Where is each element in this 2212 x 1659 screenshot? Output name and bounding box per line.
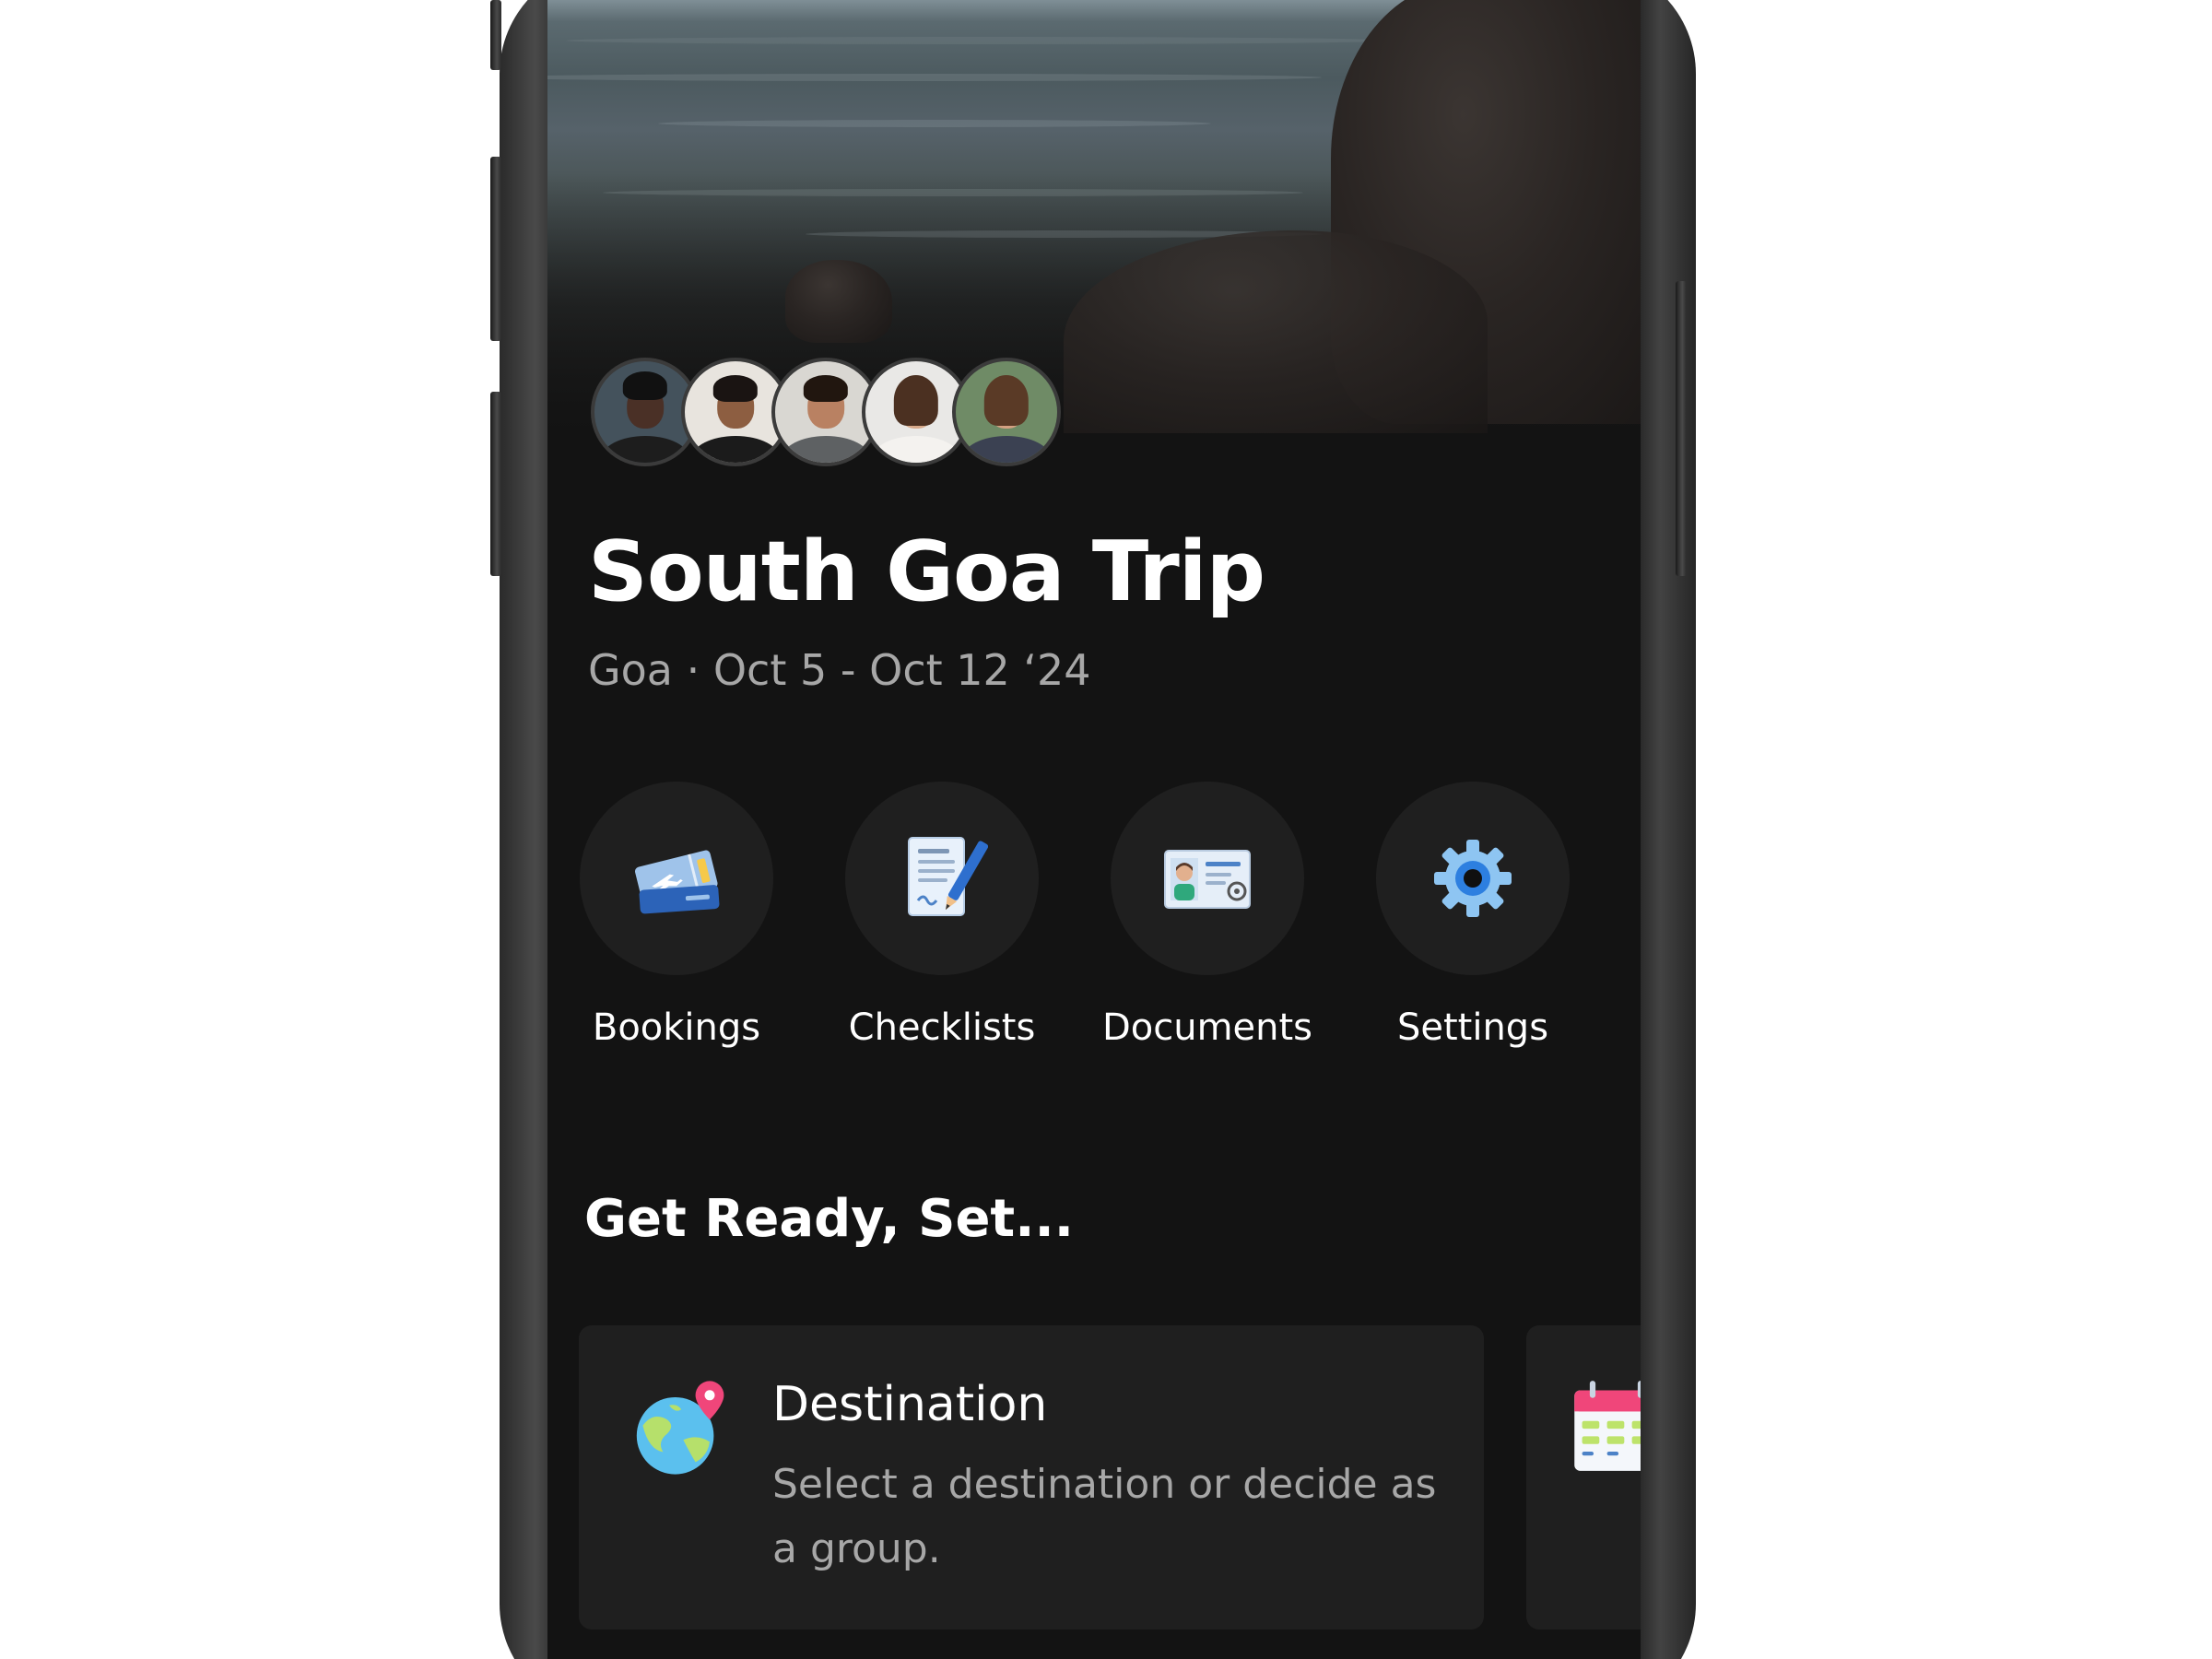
shore-rocks (1064, 230, 1488, 433)
calendar-icon (1574, 1381, 1641, 1471)
avatar-hair (712, 375, 759, 402)
settings-label: Settings (1396, 1006, 1549, 1049)
avatar-body (601, 436, 689, 463)
bookings-icon-circle (580, 782, 773, 975)
member-avatar[interactable] (952, 358, 1061, 466)
settings-button[interactable]: Settings (1344, 782, 1602, 1058)
sea-wave (603, 189, 1303, 196)
phone-power-button (1676, 281, 1687, 576)
avatar-hat (622, 371, 668, 400)
checklists-icon-circle (845, 782, 1039, 975)
avatar-body (962, 436, 1051, 463)
documents-button[interactable]: Documents (1078, 782, 1336, 1058)
documents-label: Documents (1101, 1006, 1313, 1049)
phone-volume-down-button (490, 392, 501, 576)
avatar-hair (983, 375, 1030, 427)
checklists-label: Checklists (848, 1006, 1036, 1049)
destination-card-description: Select a destination or decide as a grou… (772, 1461, 1437, 1572)
sea-wave (658, 120, 1211, 127)
avatar-hair (803, 375, 849, 402)
dates-card[interactable] (1526, 1325, 1641, 1630)
avatar-body (872, 436, 960, 463)
destination-card-title: Destination (772, 1377, 1048, 1432)
app-screen: South Goa Trip Goa · Oct 5 - Oct 12 ‘24 … (547, 0, 1641, 1659)
gear-icon (1434, 840, 1512, 917)
destination-card[interactable]: Destination Select a destination or deci… (579, 1325, 1484, 1630)
section-title: Get Ready, Set... (584, 1189, 1075, 1249)
trip-members[interactable] (591, 358, 1088, 472)
avatar-hair (893, 375, 939, 427)
canvas: South Goa Trip Goa · Oct 5 - Oct 12 ‘24 … (0, 0, 2212, 1659)
settings-icon-circle (1376, 782, 1570, 975)
avatar-body (691, 436, 780, 463)
sea-rock (785, 260, 892, 343)
bookings-label: Bookings (592, 1006, 761, 1049)
trip-subtitle: Goa · Oct 5 - Oct 12 ‘24 (588, 645, 1091, 695)
globe-pin-icon (636, 1381, 724, 1475)
ticket-icon (634, 850, 720, 914)
phone-volume-up-button (490, 157, 501, 341)
phone-side-button-top (490, 0, 501, 70)
trip-title: South Goa Trip (588, 524, 1265, 620)
id-card-icon (1164, 850, 1251, 909)
sea-wave (547, 74, 1322, 81)
sea-wave (566, 37, 1395, 44)
documents-icon-circle (1111, 782, 1304, 975)
bookings-button[interactable]: Bookings (547, 782, 806, 1058)
avatar-body (782, 436, 870, 463)
checklists-button[interactable]: Checklists (813, 782, 1071, 1058)
checklist-icon (908, 837, 988, 916)
